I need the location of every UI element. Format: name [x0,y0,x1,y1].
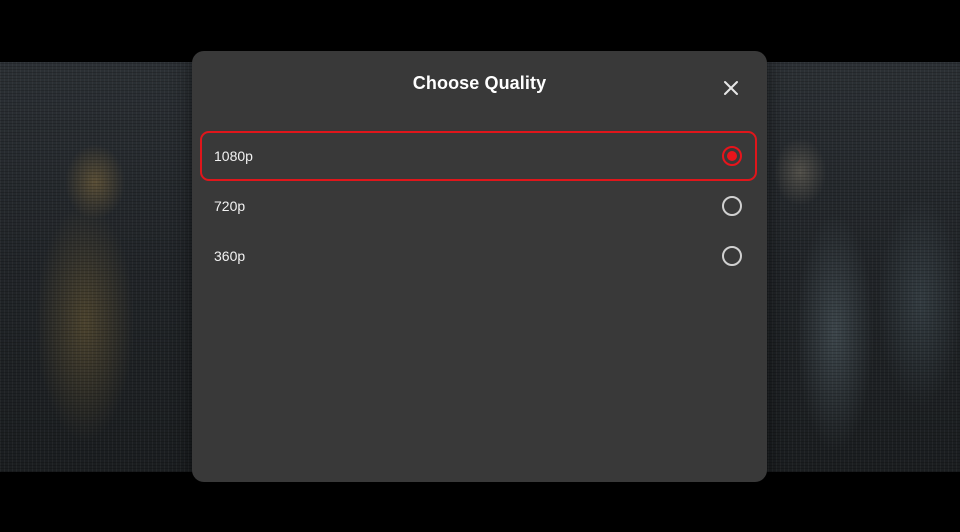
quality-option-label: 720p [214,198,246,214]
close-button[interactable] [718,75,744,101]
player-screen: Choose Quality 1080p 720p 360p [0,0,960,532]
quality-option-label: 1080p [214,148,253,164]
close-icon [724,81,738,95]
quality-option-label: 360p [214,248,246,264]
quality-dialog: Choose Quality 1080p 720p 360p [192,51,767,482]
radio-selected-icon[interactable] [722,146,742,166]
quality-option-720p[interactable]: 720p [200,181,757,231]
quality-options-list: 1080p 720p 360p [200,131,757,281]
quality-option-1080p[interactable]: 1080p [200,131,757,181]
radio-unselected-icon[interactable] [722,246,742,266]
dialog-title: Choose Quality [412,73,547,93]
quality-option-360p[interactable]: 360p [200,231,757,281]
radio-unselected-icon[interactable] [722,196,742,216]
